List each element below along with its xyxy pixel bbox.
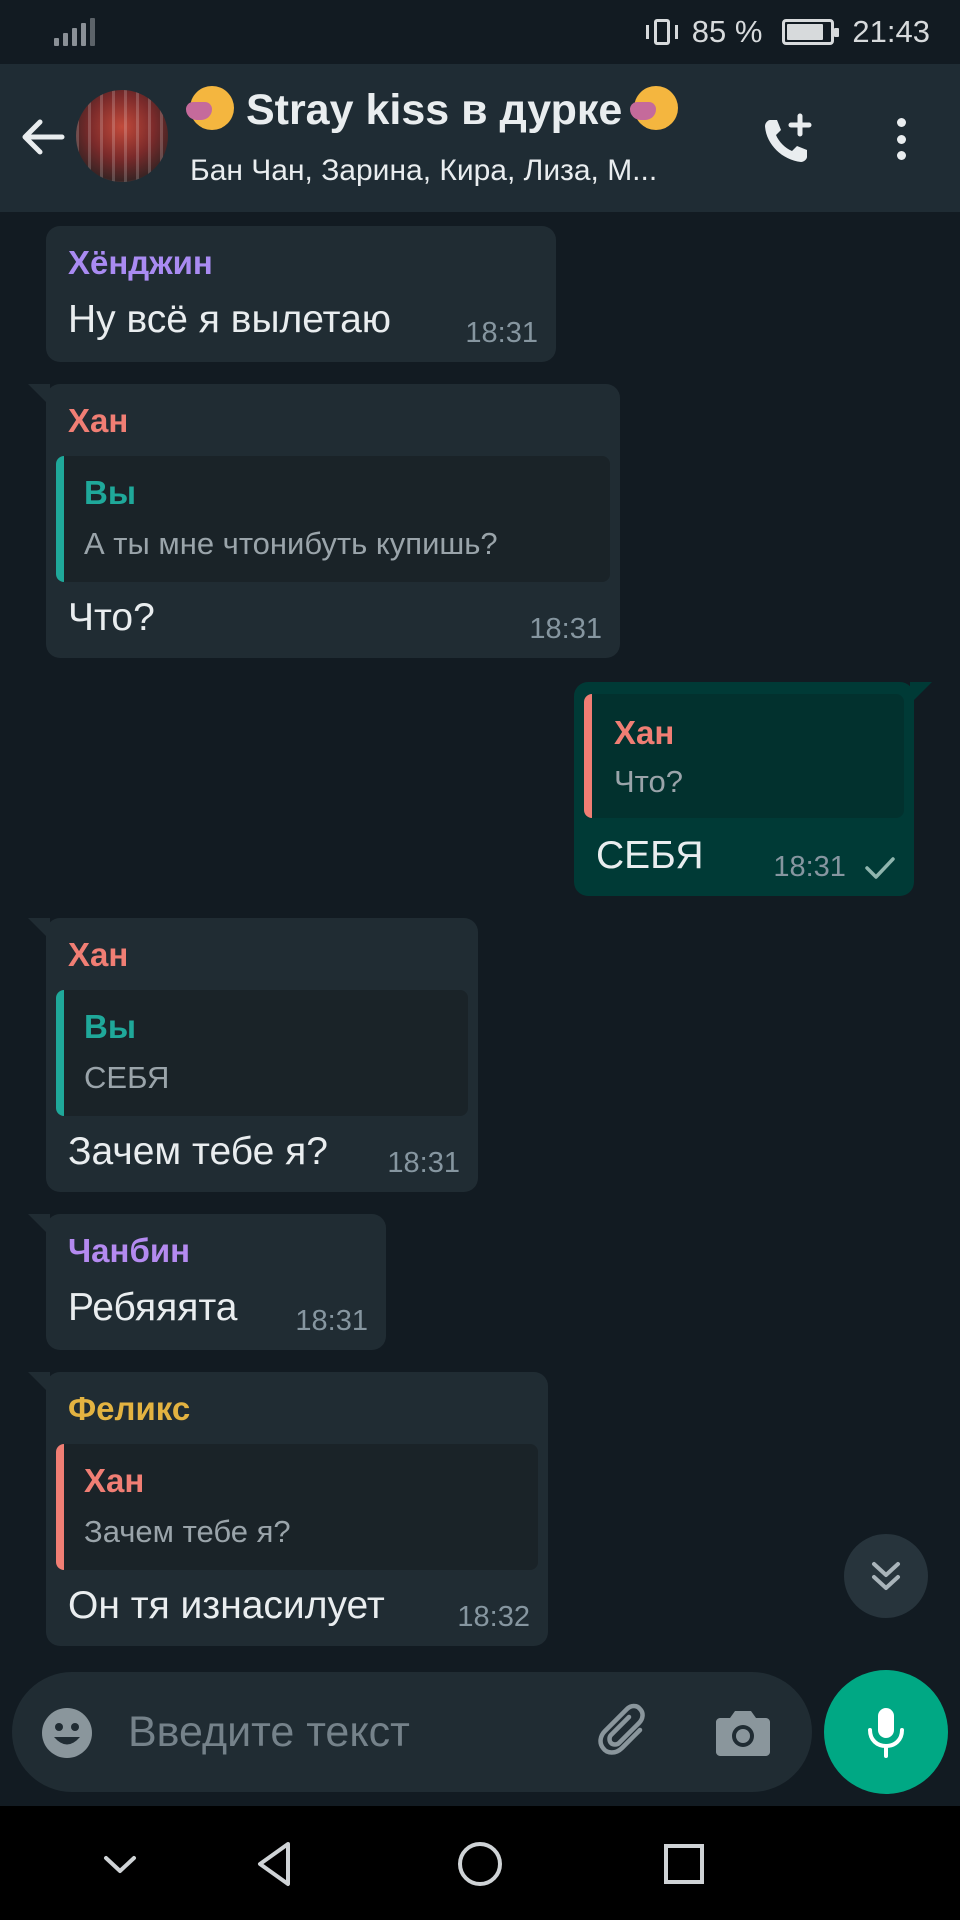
- chat-title-text: Stray kiss в дурке: [245, 86, 623, 134]
- message-time: 18:31: [773, 851, 896, 884]
- message-text: Зачем тебе я?: [68, 1130, 328, 1173]
- quote-bar: [56, 456, 64, 582]
- battery-percent: 85 %: [691, 14, 763, 49]
- message-text: Ну всё я вылетаю: [68, 298, 392, 341]
- bubble-tail: [28, 1372, 50, 1394]
- facepalm-emoji-icon: [186, 86, 234, 130]
- battery-level: [787, 24, 824, 40]
- status-bar: 85 % 21:43: [0, 0, 960, 64]
- home-circle-icon[interactable]: [452, 1836, 508, 1892]
- message-time: 18:31: [387, 1147, 460, 1179]
- vibrate-icon: [644, 17, 680, 47]
- message-time: 18:32: [457, 1601, 530, 1633]
- bubble-tail: [910, 682, 932, 704]
- facepalm-emoji-icon: [630, 86, 679, 130]
- status-right: 85 % 21:43: [644, 14, 930, 50]
- message-bubble[interactable]: Хан Вы СЕБЯ Зачем тебе я? 18:31: [28, 918, 478, 1192]
- quote-bar: [56, 1444, 64, 1570]
- message-sender: Хан: [68, 936, 129, 973]
- quote-bar: [584, 694, 592, 818]
- double-chevron-down-icon: [872, 1562, 900, 1590]
- mic-icon: [868, 1708, 904, 1758]
- message-composer: [12, 1672, 812, 1792]
- system-nav-bar: [0, 1806, 960, 1920]
- message-sender: Феликс: [68, 1390, 191, 1427]
- quoted-message[interactable]: Вы А ты мне чтонибуть купишь?: [56, 456, 610, 582]
- quote-bar: [56, 990, 64, 1116]
- message-time-text: 18:31: [773, 851, 846, 883]
- scroll-down-button[interactable]: [844, 1534, 928, 1618]
- message-bubble[interactable]: Феликс Хан Зачем тебе я? Он тя изнасилуе…: [28, 1372, 548, 1646]
- quote-text: Что?: [614, 764, 683, 799]
- message-sender: Хёнджин: [68, 244, 213, 281]
- camera-icon[interactable]: [714, 1704, 772, 1760]
- chat-title[interactable]: Stray kiss в дурке: [186, 86, 720, 135]
- bubble-tail: [28, 918, 50, 940]
- group-avatar[interactable]: [76, 90, 168, 182]
- message-sender: Чанбин: [68, 1232, 191, 1269]
- add-call-icon[interactable]: [760, 112, 816, 168]
- message-text: СЕБЯ: [596, 834, 704, 877]
- quote-text: А ты мне чтонибуть купишь?: [84, 526, 498, 561]
- message-input[interactable]: [128, 1700, 458, 1764]
- chat-header: Stray kiss в дурке Бан Чан, Зарина, Кира…: [0, 64, 960, 212]
- quoted-message[interactable]: Вы СЕБЯ: [56, 990, 468, 1116]
- bubble-tail: [28, 384, 50, 406]
- quote-text: Зачем тебе я?: [84, 1514, 291, 1549]
- chevron-down-icon[interactable]: [92, 1836, 148, 1892]
- message-bubble-outgoing[interactable]: Хан Что? СЕБЯ 18:31: [574, 682, 932, 896]
- recents-square-icon[interactable]: [656, 1836, 712, 1892]
- message-time: 18:31: [529, 613, 602, 645]
- message-bubble[interactable]: Хан Вы А ты мне чтонибуть купишь? Что? 1…: [28, 384, 620, 658]
- message-time: 18:31: [465, 317, 538, 349]
- battery-icon: [782, 19, 840, 45]
- clock: 21:43: [852, 14, 930, 49]
- quote-sender: Хан: [614, 714, 675, 751]
- chat-members[interactable]: Бан Чан, Зарина, Кира, Лиза, М...: [190, 154, 720, 188]
- message-sender: Хан: [68, 402, 129, 439]
- back-triangle-icon[interactable]: [248, 1836, 304, 1892]
- quote-sender: Вы: [84, 474, 137, 511]
- quote-text: СЕБЯ: [84, 1060, 170, 1095]
- paperclip-icon[interactable]: [596, 1702, 656, 1762]
- check-icon: [865, 857, 895, 880]
- message-bubble[interactable]: Хёнджин Ну всё я вылетаю 18:31: [46, 226, 556, 362]
- mic-button[interactable]: [824, 1670, 948, 1794]
- message-text: Что?: [68, 596, 155, 639]
- quote-sender: Вы: [84, 1008, 137, 1045]
- quote-sender: Хан: [84, 1462, 145, 1499]
- arrow-left-icon[interactable]: [18, 112, 68, 162]
- message-text: Он тя изнасилует: [68, 1584, 385, 1627]
- quoted-message[interactable]: Хан Что?: [584, 694, 904, 818]
- message-bubble[interactable]: Чанбин Ребяяята 18:31: [28, 1214, 386, 1350]
- message-time: 18:31: [295, 1305, 368, 1337]
- bubble-tail: [28, 1214, 50, 1236]
- emoji-icon[interactable]: [40, 1706, 94, 1760]
- signal-icon: [54, 18, 95, 46]
- quoted-message[interactable]: Хан Зачем тебе я?: [56, 1444, 538, 1570]
- more-vert-icon[interactable]: [878, 114, 924, 164]
- chat-screen: 85 % 21:43 Stray kiss в дурке Бан Чан, З…: [0, 0, 960, 1920]
- message-text: Ребяяята: [68, 1286, 238, 1329]
